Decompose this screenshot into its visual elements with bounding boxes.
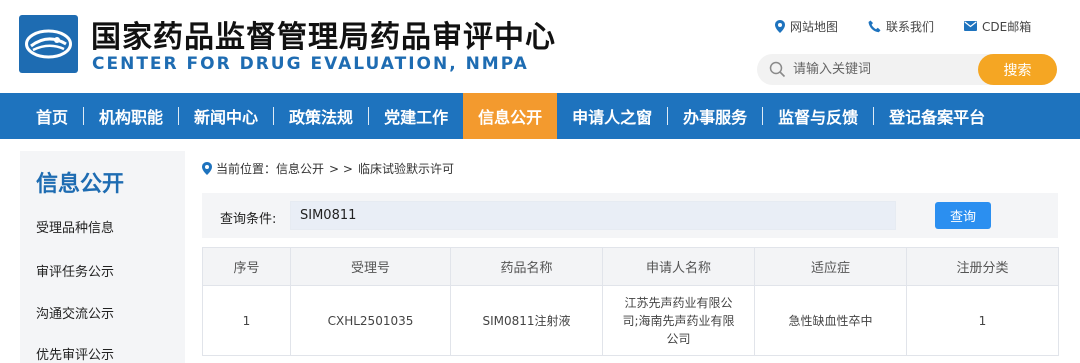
- table-cell-indication: 急性缺血性卒中: [754, 285, 907, 356]
- query-label: 查询条件:: [220, 212, 277, 227]
- nav-item-registration[interactable]: 登记备案平台: [874, 93, 1000, 139]
- table-cell-index: 1: [202, 285, 291, 356]
- sidebar-item-communication[interactable]: 沟通交流公示: [36, 303, 114, 322]
- nav-item-applicant[interactable]: 申请人之窗: [557, 93, 667, 139]
- query-input[interactable]: [290, 201, 896, 230]
- search-button[interactable]: 搜索: [978, 54, 1057, 85]
- site-title-en: CENTER FOR DRUG EVALUATION, NMPA: [92, 54, 529, 74]
- breadcrumb-separator: > >: [329, 161, 353, 176]
- table-header-row: 序号 受理号 药品名称 申请人名称 适应症 注册分类: [202, 247, 1059, 286]
- sidebar-item-accepted-varieties[interactable]: 受理品种信息: [36, 217, 114, 236]
- sidebar: 信息公开 受理品种信息 审评任务公示 沟通交流公示 优先审评公示: [20, 151, 185, 363]
- sitemap-link[interactable]: 网站地图: [775, 18, 838, 35]
- mail-icon: [964, 21, 978, 31]
- table-cell-drug-name: SIM0811注射液: [450, 285, 603, 356]
- breadcrumb: 当前位置： 信息公开 > > 临床试验默示许可: [202, 160, 454, 177]
- location-pin-icon: [202, 162, 212, 175]
- contact-link-label: 联系我们: [886, 19, 935, 34]
- sitemap-link-label: 网站地图: [790, 19, 839, 34]
- top-links: 网站地图 联系我们 CDE邮箱: [775, 18, 1031, 34]
- column-header-index: 序号: [202, 247, 291, 286]
- cde-mail-link-label: CDE邮箱: [982, 19, 1032, 34]
- site-title-cn: 国家药品监督管理局药品审评中心: [91, 20, 556, 55]
- column-header-indication: 适应症: [754, 247, 907, 286]
- table-cell-acceptance-no: CXHL2501035: [290, 285, 451, 356]
- nav-item-policies[interactable]: 政策法规: [274, 93, 368, 139]
- column-header-drug-name: 药品名称: [450, 247, 603, 286]
- nav-item-functions[interactable]: 机构职能: [84, 93, 178, 139]
- nav-item-feedback[interactable]: 监督与反馈: [763, 93, 873, 139]
- breadcrumb-label: 当前位置：: [216, 162, 277, 176]
- cde-mail-link[interactable]: CDE邮箱: [964, 18, 1031, 35]
- results-table: 序号 受理号 药品名称 申请人名称 适应症 注册分类 1 CXHL2501035…: [202, 247, 1059, 356]
- site-search: 搜索: [757, 54, 1057, 85]
- table-row[interactable]: 1 CXHL2501035 SIM0811注射液 江苏先声药业有限公司;海南先声…: [202, 285, 1059, 356]
- phone-icon: [868, 20, 881, 33]
- site-header: 国家药品监督管理局药品审评中心 CENTER FOR DRUG EVALUATI…: [0, 0, 1080, 93]
- column-header-acceptance-no: 受理号: [290, 247, 451, 286]
- nav-item-home[interactable]: 首页: [21, 93, 83, 139]
- breadcrumb-item-current[interactable]: 临床试验默示许可: [358, 160, 454, 177]
- nav-item-info-disclosure[interactable]: 信息公开: [463, 93, 558, 139]
- search-icon: [769, 61, 786, 78]
- sidebar-item-review-tasks[interactable]: 审评任务公示: [36, 261, 114, 280]
- query-bar: 查询条件: 查询: [202, 193, 1058, 238]
- location-pin-icon: [775, 19, 785, 33]
- search-input[interactable]: [793, 59, 973, 80]
- sidebar-title: 信息公开: [36, 172, 125, 197]
- query-button[interactable]: 查询: [935, 202, 991, 229]
- column-header-applicant: 申请人名称: [602, 247, 755, 286]
- column-header-registration-class: 注册分类: [906, 247, 1059, 286]
- nav-item-news[interactable]: 新闻中心: [179, 93, 273, 139]
- breadcrumb-item-info-disclosure[interactable]: 信息公开: [276, 160, 324, 177]
- table-cell-applicant: 江苏先声药业有限公司;海南先声药业有限公司: [602, 285, 755, 356]
- table-cell-registration-class: 1: [906, 285, 1059, 356]
- main-nav: 首页 机构职能 新闻中心 政策法规 党建工作 信息公开 申请人之窗 办事服务 监…: [0, 93, 1080, 139]
- nav-item-services[interactable]: 办事服务: [668, 93, 762, 139]
- nav-item-party[interactable]: 党建工作: [369, 93, 463, 139]
- contact-link[interactable]: 联系我们: [868, 18, 934, 35]
- cde-logo-icon[interactable]: [19, 15, 78, 73]
- sidebar-item-priority-review[interactable]: 优先审评公示: [36, 344, 114, 363]
